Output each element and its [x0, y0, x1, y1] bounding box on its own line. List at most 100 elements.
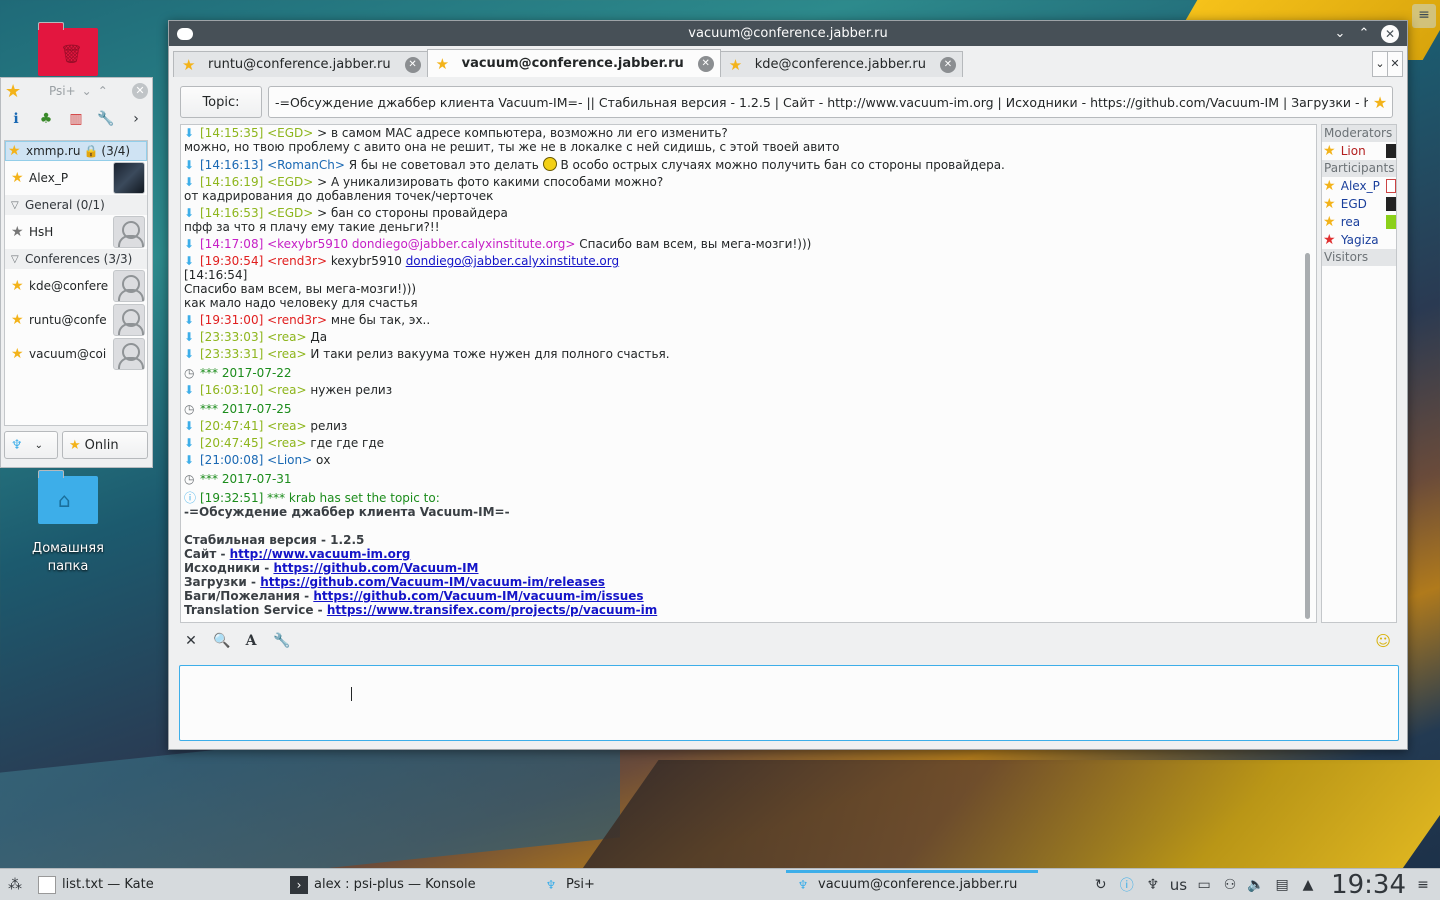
wrench-icon[interactable]: 🔧 [273, 633, 290, 649]
avatar [1386, 197, 1396, 211]
account-row[interactable]: ★ xmmp.ru 🔒 (3/4) [5, 141, 147, 161]
services-icon[interactable]: ▥ [67, 110, 85, 128]
incoming-arrow-icon: ⬇ [184, 313, 195, 327]
text-file-icon [38, 875, 56, 894]
task-kate[interactable]: list.txt — Kate [30, 870, 282, 900]
emoticon-icon[interactable]: ☺ [1375, 632, 1391, 650]
psi-titlebar[interactable]: ★ Psi+ ⌄ ⌃ ✕ [1, 78, 152, 104]
tab-label: vacuum@conference.jabber.ru [461, 56, 684, 71]
issues-link[interactable]: https://github.com/Vacuum-IM/vacuum-im/i… [313, 589, 643, 603]
expand-tray-icon[interactable]: ▲ [1299, 877, 1317, 893]
status-button[interactable]: ★ Onlin [62, 431, 148, 459]
group-conferences[interactable]: ▽ Conferences (3/3) [5, 249, 147, 269]
system-message: ⓘ [19:32:51] *** krab has set the topic t… [184, 491, 440, 505]
online-status-icon: ★ [11, 278, 24, 294]
online-status-icon: ★ [1323, 196, 1336, 212]
close-tab-icon[interactable]: ✕ [697, 55, 714, 72]
info-icon[interactable]: ⓘ [1118, 875, 1136, 895]
tab-list-button[interactable]: ⌄ [1372, 51, 1388, 77]
psi-menu-icon: ♆ [11, 437, 23, 453]
font-icon[interactable]: A [243, 633, 259, 649]
topic-field[interactable]: -=Обсуждение джаббер клиента Vacuum-IM=-… [268, 86, 1393, 118]
home-folder-label[interactable]: Домашняя папка [20, 540, 116, 576]
keyboard-layout[interactable]: us [1170, 876, 1187, 894]
close-tab-icon[interactable]: ✕ [404, 56, 421, 73]
chat-scrollbar[interactable] [1305, 253, 1310, 619]
clock[interactable]: 19:34 [1331, 870, 1406, 900]
jid-link[interactable]: dondiego@jabber.calyxinstitute.org [406, 254, 619, 268]
bookmark-star-icon[interactable]: ★ [1368, 93, 1392, 112]
conference-titlebar[interactable]: vacuum@conference.jabber.ru ⌄ ⌃ ✕ [169, 21, 1407, 46]
group-general[interactable]: ▽ General (0/1) [5, 195, 147, 215]
close-current-tab-button[interactable]: ✕ [1387, 51, 1403, 77]
panel-menu-icon[interactable]: ≡ [1414, 877, 1432, 893]
wrench-icon[interactable]: 🔧 [97, 110, 115, 128]
volume-icon[interactable]: 🔈 [1247, 877, 1265, 893]
clear-icon[interactable]: ✕ [183, 633, 199, 649]
contact-name: HsH [29, 225, 54, 239]
application-launcher-icon[interactable]: ⁂ [0, 877, 30, 893]
occupant-rea[interactable]: ★ rea [1322, 213, 1396, 231]
incoming-arrow-icon: ⬇ [184, 254, 195, 268]
minimize-icon[interactable]: ⌄ [1333, 26, 1347, 41]
task-konsole[interactable]: › alex : psi-plus — Konsole [282, 870, 534, 900]
chat-message-line: как мало надо человеку для счастья [184, 296, 418, 310]
task-psi[interactable]: ♆ Psi+ [534, 870, 786, 900]
psi-tray-icon[interactable]: ♆ [1144, 877, 1162, 893]
menu-chevron-icon[interactable]: ⌄ [82, 84, 92, 98]
occupants-list: Moderators ★ Lion Participants ★ Alex_P … [1321, 124, 1397, 623]
users-icon[interactable]: ⚇ [1221, 877, 1239, 893]
maximize-icon[interactable]: ⌃ [1357, 26, 1371, 41]
close-icon[interactable]: ✕ [132, 83, 148, 99]
topic-button[interactable]: Topic: [180, 86, 262, 118]
tab-kde[interactable]: ★ kde@conference.jabber.ru ✕ [719, 51, 963, 77]
sources-link[interactable]: https://github.com/Vacuum-IM [273, 561, 478, 575]
close-icon[interactable]: ✕ [1381, 24, 1399, 43]
home-folder-icon[interactable]: ⌂ [38, 470, 98, 524]
update-icon[interactable]: ↻ [1092, 877, 1110, 893]
account-count: (3/4) [101, 144, 131, 158]
account-name: xmmp.ru [26, 144, 81, 158]
tab-runtu[interactable]: ★ runtu@conference.jabber.ru ✕ [173, 51, 428, 77]
tab-vacuum[interactable]: ★ vacuum@conference.jabber.ru ✕ [426, 49, 721, 77]
main-menu-button[interactable]: ♆ ⌄ [4, 431, 58, 459]
task-vacuum-conference[interactable]: ♆ vacuum@conference.jabber.ru [786, 869, 1038, 900]
self-contact[interactable]: ★ Alex_P [5, 161, 147, 195]
chat-message: ⬇ [16:03:10] <rea> нужен релиз [184, 383, 393, 397]
chat-message-line: [14:16:54] [184, 268, 248, 282]
chat-message-line: Спасибо вам всем, вы мега-мозги!))) [184, 282, 417, 296]
site-link[interactable]: http://www.vacuum-im.org [230, 547, 411, 561]
occupant-yagiza[interactable]: ★ Yagiza [1322, 231, 1396, 249]
online-status-icon: ★ [11, 346, 24, 362]
occupant-egd[interactable]: ★ EGD [1322, 195, 1396, 213]
incoming-arrow-icon: ⬇ [184, 175, 195, 189]
taskbar: ⁂ list.txt — Kate › alex : psi-plus — Ko… [0, 868, 1440, 900]
occupant-alex-p[interactable]: ★ Alex_P [1322, 177, 1396, 195]
downloads-link[interactable]: https://github.com/Vacuum-IM/vacuum-im/r… [260, 575, 605, 589]
desktop-toolbox-button[interactable]: ≡ [1412, 4, 1436, 28]
add-contact-icon[interactable]: ♣ [37, 110, 55, 128]
occupant-lion[interactable]: ★ Lion [1322, 142, 1396, 160]
message-input[interactable] [179, 665, 1399, 741]
group-label: Conferences (3/3) [25, 252, 133, 266]
task-label: list.txt — Kate [62, 877, 154, 892]
trash-desktop-icon[interactable]: 🗑 [38, 22, 98, 76]
more-chevron-icon[interactable]: › [127, 110, 145, 128]
display-icon[interactable]: ▭ [1195, 877, 1213, 893]
chat-message: ⬇ [23:33:31] <rea> И таки релиз вакуума т… [184, 347, 670, 361]
translation-link[interactable]: https://www.transifex.com/projects/p/vac… [327, 603, 657, 617]
contact-hsh[interactable]: ★ HsH [5, 215, 147, 249]
find-icon[interactable]: 🔍 [213, 633, 230, 649]
psi-roster-window: ★ Psi+ ⌄ ⌃ ✕ ℹ ♣ ▥ 🔧 › ★ xmmp.ru 🔒 (3/4)… [0, 77, 153, 468]
online-status-icon: ★ [1323, 143, 1336, 159]
online-status-icon: ★ [69, 437, 81, 453]
clipboard-icon[interactable]: ▤ [1273, 877, 1291, 893]
close-tab-icon[interactable]: ✕ [939, 56, 956, 73]
conference-runtu[interactable]: ★ runtu@confe [5, 303, 147, 337]
conference-kde[interactable]: ★ kde@confere [5, 269, 147, 303]
minimize-icon[interactable]: ⌃ [98, 84, 108, 98]
conference-vacuum[interactable]: ★ vacuum@coi [5, 337, 147, 371]
chat-log[interactable]: ⬇ [14:15:35] <EGD> > в самом МАС адресе к… [180, 124, 1317, 623]
incoming-arrow-icon: ⬇ [184, 126, 195, 140]
info-icon[interactable]: ℹ [7, 110, 25, 128]
